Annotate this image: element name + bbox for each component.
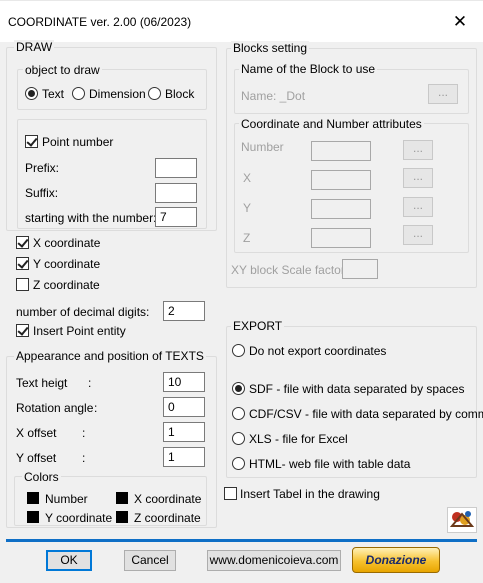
insert-point-checkbox[interactable]: [16, 324, 29, 337]
export-legend: EXPORT: [231, 319, 285, 333]
radio-text[interactable]: [25, 87, 38, 100]
radio-dimension-label: Dimension: [89, 87, 146, 101]
prefix-label: Prefix:: [25, 161, 60, 175]
start-number-input[interactable]: 7: [155, 207, 197, 227]
attr-z-button[interactable]: ...: [403, 225, 433, 245]
export-html-label: HTML- web file with table data: [249, 457, 411, 471]
start-number-label: starting with the number:: [25, 211, 157, 225]
suffix-label: Suffix:: [25, 186, 59, 200]
number-color-swatch[interactable]: [27, 492, 39, 504]
donate-button[interactable]: Donazione: [352, 547, 440, 573]
z-coordinate-label: Z coordinate: [33, 278, 100, 292]
radio-dimension[interactable]: [72, 87, 85, 100]
suffix-input[interactable]: [155, 183, 197, 203]
y-coordinate-label: Y coordinate: [33, 257, 101, 271]
y-offset-input[interactable]: 1: [163, 447, 205, 467]
z-coordinate-color-swatch[interactable]: [116, 511, 128, 523]
blocks-setting-legend: Blocks setting: [231, 41, 310, 55]
export-sdf-radio[interactable]: [232, 382, 245, 395]
point-number-label: Point number: [42, 135, 114, 149]
insert-table-checkbox[interactable]: [224, 487, 237, 500]
attr-x-label: X: [243, 171, 252, 185]
x-coordinate-color-swatch[interactable]: [116, 492, 128, 504]
close-icon[interactable]: ✕: [437, 1, 483, 43]
ok-button[interactable]: OK: [46, 550, 92, 571]
rotation-label: Rotation angle: [16, 401, 94, 415]
point-number-checkbox[interactable]: [25, 135, 38, 148]
prefix-input[interactable]: [155, 158, 197, 178]
y-coordinate-color-label: Y coordinate: [45, 511, 113, 525]
app-logo-icon: [447, 507, 477, 533]
y-coordinate-color-swatch[interactable]: [27, 511, 39, 523]
attr-z-label: Z: [243, 231, 251, 245]
attr-y-input: [311, 199, 371, 219]
export-csv-radio[interactable]: [232, 407, 245, 420]
footer-separator: [6, 539, 477, 542]
attr-number-button[interactable]: ...: [403, 140, 433, 160]
block-name-legend: Name of the Block to use: [239, 62, 378, 76]
attr-x-input: [311, 170, 371, 190]
attr-number-input: [311, 141, 371, 161]
y-offset-label: Y offset: [16, 451, 57, 465]
window-title: COORDINATE ver. 2.00 (06/2023): [8, 15, 192, 29]
z-coordinate-color-label: Z coordinate: [134, 511, 201, 525]
z-coordinate-checkbox[interactable]: [16, 278, 29, 291]
insert-point-label: Insert Point entity: [33, 324, 126, 338]
rotation-input[interactable]: 0: [163, 397, 205, 417]
text-height-label: Text heigt: [16, 376, 68, 390]
attr-y-label: Y: [243, 201, 252, 215]
export-none-label: Do not export coordinates: [249, 344, 387, 358]
y-coordinate-checkbox[interactable]: [16, 257, 29, 270]
x-coordinate-checkbox[interactable]: [16, 236, 29, 249]
block-name-button[interactable]: ...: [428, 84, 458, 104]
export-csv-label: CDF/CSV - file with data separated by co…: [249, 407, 483, 421]
draw-legend: DRAW: [14, 40, 55, 54]
x-coordinate-color-label: X coordinate: [134, 492, 202, 506]
radio-block-label: Block: [165, 87, 195, 101]
radio-block[interactable]: [148, 87, 161, 100]
attr-number-label: Number: [241, 140, 284, 154]
object-to-draw-legend: object to draw: [23, 63, 102, 77]
number-color-label: Number: [45, 492, 88, 506]
export-html-radio[interactable]: [232, 457, 245, 470]
text-height-input[interactable]: 10: [163, 372, 205, 392]
y-offset-colon: :: [82, 451, 86, 465]
cancel-button[interactable]: Cancel: [124, 550, 176, 571]
appearance-legend: Appearance and position of TEXTS: [14, 349, 206, 363]
decimal-digits-label: number of decimal digits:: [16, 305, 150, 319]
text-height-colon: :: [88, 376, 92, 390]
export-xls-label: XLS - file for Excel: [249, 432, 348, 446]
export-none-radio[interactable]: [232, 344, 245, 357]
export-sdf-label: SDF - file with data separated by spaces: [249, 382, 465, 396]
x-offset-input[interactable]: 1: [163, 422, 205, 442]
decimal-digits-input[interactable]: 2: [163, 301, 205, 321]
website-button[interactable]: www.domenicoieva.com: [207, 550, 341, 571]
colors-legend: Colors: [22, 470, 61, 484]
scale-factor-label: XY block Scale factor: [231, 263, 345, 277]
title-bar: COORDINATE ver. 2.00 (06/2023) ✕: [0, 0, 483, 42]
export-xls-radio[interactable]: [232, 432, 245, 445]
x-offset-colon: :: [82, 426, 86, 440]
attributes-legend: Coordinate and Number attributes: [239, 117, 424, 131]
rotation-colon: :: [94, 401, 98, 415]
attr-z-input: [311, 228, 371, 248]
block-name-label: Name: _Dot: [241, 89, 306, 103]
radio-text-label: Text: [42, 87, 65, 101]
attr-y-button[interactable]: ...: [403, 197, 433, 217]
x-coordinate-label: X coordinate: [33, 236, 101, 250]
insert-table-label: Insert Tabel in the drawing: [240, 487, 380, 501]
attr-x-button[interactable]: ...: [403, 168, 433, 188]
x-offset-label: X offset: [16, 426, 57, 440]
scale-factor-input: [342, 259, 378, 279]
